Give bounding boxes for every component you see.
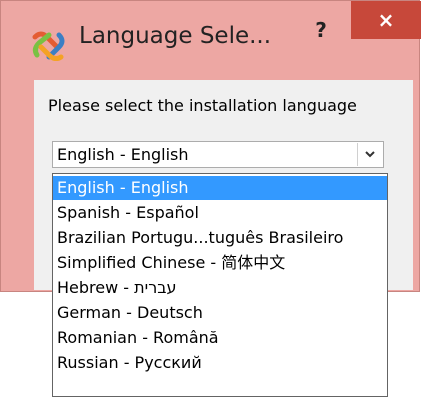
window-title: Language Sele... xyxy=(79,23,272,49)
combobox-dropdown-button[interactable] xyxy=(357,143,382,166)
language-combobox[interactable]: English - English xyxy=(52,141,384,168)
title-bar[interactable]: Language Sele... ? × xyxy=(1,1,421,81)
dropdown-item-brazilian-portuguese[interactable]: Brazilian Portugu...tuguês Brasileiro xyxy=(53,226,387,250)
close-button[interactable]: × xyxy=(351,1,421,39)
language-dropdown-list[interactable]: English - English Spanish - Español Braz… xyxy=(52,173,388,397)
prompt-label: Please select the installation language xyxy=(48,96,357,115)
close-icon: × xyxy=(377,8,395,32)
joomla-logo-icon xyxy=(29,29,69,62)
combobox-value: English - English xyxy=(57,145,189,164)
help-button[interactable]: ? xyxy=(304,15,338,45)
dropdown-item-hebrew[interactable]: Hebrew - עברית xyxy=(53,276,387,300)
dropdown-item-english[interactable]: English - English xyxy=(53,176,387,200)
dropdown-item-spanish[interactable]: Spanish - Español xyxy=(53,201,387,225)
dropdown-item-russian[interactable]: Russian - Русский xyxy=(53,351,387,375)
chevron-down-icon xyxy=(365,151,375,158)
dropdown-item-romanian[interactable]: Romanian - Română xyxy=(53,326,387,350)
dropdown-item-simplified-chinese[interactable]: Simplified Chinese - 简体中文 xyxy=(53,251,387,275)
dropdown-item-german[interactable]: German - Deutsch xyxy=(53,301,387,325)
